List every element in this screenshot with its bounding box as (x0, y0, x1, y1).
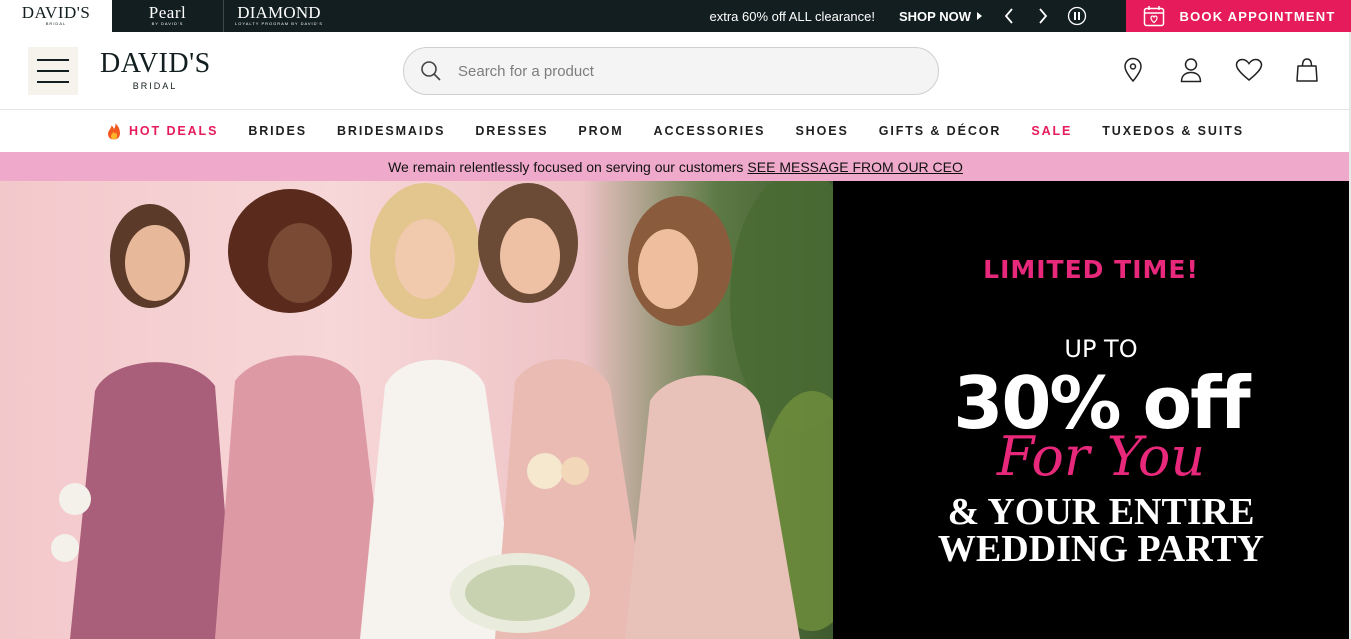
banner-text: We remain relentlessly focused on servin… (388, 158, 744, 175)
nav-item-label: HOT DEALS (129, 124, 219, 138)
shop-now-link[interactable]: SHOP NOW (899, 9, 982, 24)
shopping-bag-icon (1296, 58, 1318, 82)
up-to-text: UP TO (1064, 335, 1138, 363)
nav-item-prom[interactable]: PROM (578, 124, 623, 138)
logo-sub: BRIDAL (132, 81, 178, 91)
menu-line (37, 70, 69, 72)
nav-item-label: PROM (578, 124, 624, 138)
account-button[interactable] (1177, 56, 1205, 84)
search-icon (421, 61, 441, 81)
user-icon (1180, 58, 1202, 83)
nav-item-shoes[interactable]: SHOES (795, 124, 848, 138)
brand-tab-sub: LOYALTY PROGRAM BY DAVID'S (235, 21, 323, 26)
brand-tab-name: DIAMOND (237, 3, 321, 22)
nav-item-brides[interactable]: BRIDES (248, 124, 307, 138)
hamburger-menu-button[interactable] (28, 47, 78, 95)
nav-item-label: BRIDES (248, 124, 307, 138)
play-arrow-icon (977, 12, 982, 20)
entire-text: & YOUR ENTIRE (947, 491, 1255, 533)
brand-tab-davids-bridal[interactable]: DAVID'S BRIDAL (0, 0, 112, 32)
logo-name: DAVID'S (100, 48, 211, 79)
promo-panel: LIMITED TIME! UP TO 30% off For You & YO… (833, 181, 1349, 639)
main-header: DAVID'S BRIDAL (0, 32, 1351, 110)
brand-tab-sub: BY DAVID'S (151, 21, 184, 26)
brand-tab-name: DAVID'S (21, 3, 91, 22)
brand-tab-sub: BRIDAL (45, 21, 67, 26)
chevron-right-icon (1039, 8, 1048, 24)
fire-icon (108, 123, 120, 139)
nav-item-label: SALE (1031, 124, 1073, 138)
chevron-left-icon (1004, 8, 1013, 24)
carousel-prev-button[interactable] (996, 3, 1022, 29)
nav-item-label: BRIDESMAIDS (336, 124, 446, 138)
heart-icon (1235, 58, 1263, 81)
brand-tab-pearl[interactable]: Pearl BY DAVID'S (112, 0, 224, 32)
pause-icon (1067, 6, 1087, 26)
limited-time-text: LIMITED TIME! (983, 255, 1199, 284)
promo-text: extra 60% off ALL clearance! (709, 8, 876, 24)
menu-line (37, 81, 69, 83)
ceo-message-banner: We remain relentlessly focused on servin… (0, 152, 1351, 181)
bridal-party-photo (0, 181, 833, 639)
davids-bridal-logo[interactable]: DAVID'S BRIDAL (100, 48, 211, 92)
ceo-message-link[interactable]: SEE MESSAGE FROM OUR CEO (747, 159, 962, 175)
nav-item-label: SHOES (795, 124, 849, 138)
search-input[interactable] (458, 62, 898, 80)
nav-item-bridesmaids[interactable]: BRIDESMAIDS (337, 124, 445, 138)
book-appointment-button[interactable]: BOOK APPOINTMENT (1126, 0, 1351, 32)
nav-item-tuxedos-suits[interactable]: TUXEDOS & SUITS (1102, 124, 1244, 138)
promo-carousel: extra 60% off ALL clearance! SHOP NOW BO… (710, 0, 1351, 32)
menu-line (37, 59, 69, 61)
bridal-party-illustration (51, 181, 833, 639)
shop-now-label: SHOP NOW (899, 8, 971, 24)
brand-tab-name: Pearl (148, 3, 187, 22)
book-appointment-label: BOOK APPOINTMENT (1179, 8, 1336, 24)
nav-item-label: TUXEDOS & SUITS (1102, 124, 1244, 138)
category-nav: HOT DEALS BRIDES BRIDESMAIDS DRESSES PRO… (0, 111, 1351, 151)
nav-item-gifts-decor[interactable]: GIFTS & DÉCOR (879, 124, 1002, 138)
nav-item-sale[interactable]: SALE (1031, 124, 1072, 138)
calendar-heart-icon (1143, 6, 1164, 27)
for-you-text: For You (996, 425, 1206, 488)
wedding-party-text: WEDDING PARTY (937, 528, 1265, 570)
carousel-next-button[interactable] (1030, 3, 1056, 29)
shopping-bag-button[interactable] (1293, 56, 1321, 84)
header-actions (1119, 56, 1321, 84)
search-bar[interactable] (403, 47, 939, 95)
nav-item-dresses[interactable]: DRESSES (475, 124, 548, 138)
utility-bar: DAVID'S BRIDAL Pearl BY DAVID'S DIAMOND … (0, 0, 1351, 32)
nav-item-hot-deals[interactable]: HOT DEALS (107, 123, 218, 140)
nav-item-label: ACCESSORIES (653, 124, 766, 138)
wishlist-button[interactable] (1235, 56, 1263, 84)
store-locator-button[interactable] (1119, 56, 1147, 84)
hero-banner[interactable]: LIMITED TIME! UP TO 30% off For You & YO… (0, 181, 1349, 639)
carousel-pause-button[interactable] (1064, 3, 1090, 29)
nav-item-label: DRESSES (475, 124, 549, 138)
location-pin-icon (1124, 57, 1142, 83)
nav-item-label: GIFTS & DÉCOR (878, 124, 1002, 138)
nav-item-accessories[interactable]: ACCESSORIES (654, 124, 766, 138)
brand-tab-diamond[interactable]: DIAMOND LOYALTY PROGRAM BY DAVID'S (224, 0, 334, 32)
